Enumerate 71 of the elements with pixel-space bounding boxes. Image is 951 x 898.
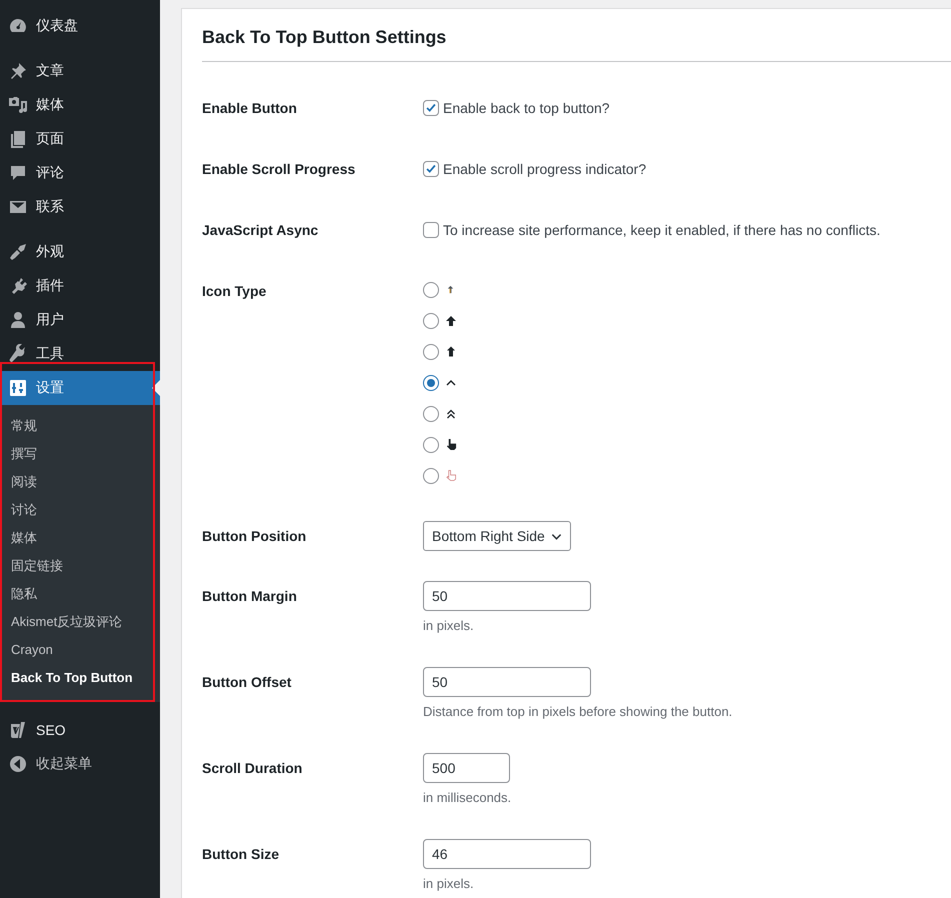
submenu-item[interactable]: Crayon bbox=[0, 636, 160, 664]
field-label: Button Position bbox=[202, 527, 308, 546]
menu-item[interactable]: 工具 bbox=[0, 337, 160, 371]
checkbox[interactable] bbox=[423, 222, 439, 238]
field-label: Button Margin bbox=[202, 587, 298, 606]
double-chevron-up-icon bbox=[446, 408, 456, 418]
submenu-item[interactable]: 媒体 bbox=[0, 524, 160, 552]
menu-item[interactable]: 联系 bbox=[0, 190, 160, 224]
field-label: Enable Button bbox=[202, 98, 298, 118]
field-description: in pixels. bbox=[423, 617, 475, 635]
y-logo-icon bbox=[8, 720, 28, 740]
submenu-item[interactable]: Akismet反垃圾评论 bbox=[0, 608, 160, 636]
field-label: JavaScript Async bbox=[202, 220, 320, 240]
menu-item[interactable]: 媒体 bbox=[0, 88, 160, 122]
submenu-item[interactable]: 撰写 bbox=[0, 440, 160, 468]
camera-note-icon bbox=[8, 95, 28, 115]
sliders-icon bbox=[8, 378, 28, 398]
submenu-item[interactable]: 隐私 bbox=[0, 580, 160, 608]
checkbox[interactable] bbox=[423, 100, 439, 116]
radio-button[interactable] bbox=[423, 374, 439, 390]
field-label: Scroll Duration bbox=[202, 759, 304, 778]
field-description: in pixels. bbox=[423, 875, 475, 893]
submenu-item[interactable]: 固定链接 bbox=[0, 552, 160, 580]
menu-item[interactable]: SEO bbox=[0, 713, 160, 747]
checkbox-label: To increase site performance, keep it enabled, if there has no conflicts. bbox=[443, 222, 880, 238]
checkbox[interactable] bbox=[423, 160, 439, 176]
arrow-up-icon bbox=[446, 346, 456, 357]
collapse-menu-button[interactable]: 收起菜单 bbox=[0, 747, 160, 781]
menu-item[interactable]: 用户 bbox=[0, 303, 160, 337]
menu-item[interactable]: 设置 bbox=[0, 371, 160, 405]
pages-icon bbox=[8, 129, 28, 149]
arrow-up-icon bbox=[446, 285, 455, 294]
menu-item[interactable]: 评论 bbox=[0, 156, 160, 190]
submenu-item[interactable]: Back To Top Button bbox=[0, 664, 160, 692]
radio-button[interactable] bbox=[423, 406, 439, 422]
radio-button[interactable] bbox=[423, 312, 439, 328]
menu-item[interactable]: 仪表盘 bbox=[0, 9, 160, 43]
chevron-up-icon bbox=[446, 378, 456, 388]
menu-item[interactable]: 插件 bbox=[0, 269, 160, 303]
pointing-hand-icon bbox=[446, 439, 457, 450]
wrench-icon bbox=[8, 344, 28, 364]
menu-item[interactable]: 文章 bbox=[0, 54, 160, 88]
number-input[interactable]: 50 bbox=[423, 581, 591, 611]
field-label: Button Offset bbox=[202, 673, 292, 692]
field-description: in milliseconds. bbox=[423, 789, 512, 807]
page-title: Back To Top Button Settings bbox=[202, 9, 951, 62]
speech-bubble-icon bbox=[8, 163, 28, 183]
person-icon bbox=[8, 310, 28, 330]
radio-button[interactable] bbox=[423, 436, 439, 452]
radio-button[interactable] bbox=[423, 282, 439, 298]
menu-item[interactable]: 页面 bbox=[0, 122, 160, 156]
position-dropdown[interactable]: Bottom Right Side bbox=[423, 521, 571, 551]
checkbox-label: Enable scroll progress indicator? bbox=[443, 160, 646, 176]
submenu-item[interactable]: 讨论 bbox=[0, 496, 160, 524]
number-input[interactable]: 50 bbox=[423, 667, 591, 697]
number-input[interactable]: 500 bbox=[423, 753, 510, 783]
number-input[interactable]: 46 bbox=[423, 839, 591, 869]
collapse-icon bbox=[8, 754, 28, 774]
field-description: Distance from top in pixels before showing the button. bbox=[423, 703, 732, 721]
submenu-item[interactable]: 常规 bbox=[0, 412, 160, 440]
submenu-item[interactable]: 阅读 bbox=[0, 468, 160, 496]
field-label: Button Size bbox=[202, 845, 280, 864]
arrow-up-icon bbox=[446, 316, 456, 326]
field-label: Enable Scroll Progress bbox=[202, 160, 356, 179]
radio-button[interactable] bbox=[423, 344, 439, 360]
brush-icon bbox=[8, 242, 28, 262]
checkbox-label: Enable back to top button? bbox=[443, 100, 610, 116]
pointing-hand-icon bbox=[446, 470, 457, 481]
radio-button[interactable] bbox=[423, 468, 439, 484]
field-label: Icon Type bbox=[202, 282, 268, 301]
menu-item[interactable]: 外观 bbox=[0, 235, 160, 269]
